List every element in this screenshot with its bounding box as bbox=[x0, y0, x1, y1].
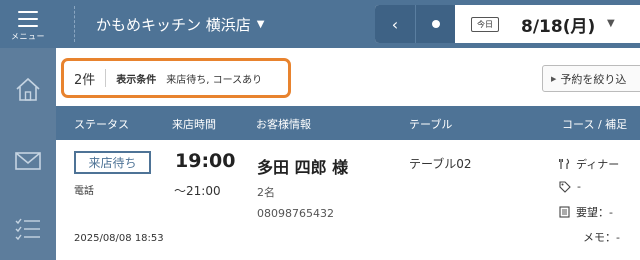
menu-button[interactable]: メニュー bbox=[0, 0, 56, 48]
store-name: かもめキッチン 横浜店 bbox=[96, 15, 251, 34]
status-badge[interactable]: 来店待ち bbox=[74, 151, 151, 174]
party-size: 2名 bbox=[257, 186, 275, 199]
narrow-reservations-button[interactable]: ▶ 予約を絞り込 bbox=[542, 65, 640, 92]
caret-down-icon[interactable]: ▼ bbox=[607, 18, 615, 29]
chevron-left-icon: ‹ bbox=[391, 14, 399, 34]
phone-number: 08098765432 bbox=[257, 207, 334, 220]
fork-knife-icon bbox=[559, 158, 570, 169]
tag-value: - bbox=[577, 180, 581, 193]
customer-name[interactable]: 多田 四郎 様 bbox=[257, 154, 348, 178]
request-info: 要望：- bbox=[559, 204, 613, 220]
column-header-status: ステータス bbox=[74, 118, 129, 131]
result-count: 2件 bbox=[74, 72, 96, 88]
caret-down-icon: ▼ bbox=[256, 18, 265, 30]
filter-summary[interactable]: 2件 表示条件 来店待ち, コースあり bbox=[61, 58, 291, 98]
course-name: ディナー bbox=[576, 158, 620, 171]
triangle-right-icon: ▶ bbox=[551, 74, 557, 83]
note-icon bbox=[559, 206, 570, 218]
menu-label: メニュー bbox=[11, 32, 45, 41]
task-list-icon[interactable] bbox=[13, 214, 43, 244]
tag-icon bbox=[559, 180, 571, 193]
previous-day-button[interactable]: ‹ bbox=[375, 5, 415, 43]
column-header-customer: お客様情報 bbox=[256, 118, 311, 131]
course-info: ディナー bbox=[559, 156, 619, 172]
column-header-table: テーブル bbox=[409, 118, 453, 131]
mail-icon[interactable] bbox=[13, 146, 43, 176]
filter-title: 表示条件 bbox=[116, 74, 157, 86]
created-timestamp: 2025/08/08 18:53 bbox=[74, 233, 164, 244]
top-bar: メニュー かもめキッチン 横浜店 ▼ ‹ 今日 8/18(月) ▼ bbox=[0, 0, 640, 48]
today-button[interactable] bbox=[415, 5, 455, 43]
date-navigator: ‹ 今日 8/18(月) ▼ bbox=[375, 5, 640, 43]
home-icon[interactable] bbox=[13, 74, 43, 104]
filter-conditions: 来店待ち, コースあり bbox=[166, 74, 263, 86]
column-header-course: コース / 補足 bbox=[562, 118, 628, 131]
end-time: ～21:00 bbox=[174, 184, 221, 198]
narrow-reservations-label: 予約を絞り込 bbox=[560, 72, 627, 86]
hamburger-icon bbox=[18, 11, 38, 27]
booking-source: 電話 bbox=[74, 186, 94, 197]
current-date[interactable]: 8/18(月) bbox=[521, 12, 595, 37]
today-badge: 今日 bbox=[471, 17, 499, 32]
divider bbox=[105, 69, 107, 87]
dot-icon bbox=[431, 20, 440, 28]
memo-value: メモ：- bbox=[583, 231, 620, 244]
filter-bar: 2件 表示条件 来店待ち, コースあり ▶ 予約を絞り込 bbox=[56, 48, 640, 106]
column-header-time: 来店時間 bbox=[172, 118, 216, 131]
start-time: 19:00 bbox=[175, 150, 236, 172]
sidebar bbox=[0, 48, 56, 260]
table-row[interactable]: 来店待ち 電話 2025/08/08 18:53 19:00 ～21:00 多田… bbox=[56, 140, 640, 260]
memo-info: メモ：- bbox=[583, 229, 620, 245]
store-selector[interactable]: かもめキッチン 横浜店 ▼ bbox=[96, 0, 264, 48]
tag-info: - bbox=[559, 180, 581, 193]
divider bbox=[74, 6, 75, 42]
table-header: ステータス 来店時間 お客様情報 テーブル コース / 補足 bbox=[56, 106, 640, 140]
table-name: テーブル02 bbox=[409, 157, 472, 171]
request-value: 要望：- bbox=[576, 206, 613, 219]
